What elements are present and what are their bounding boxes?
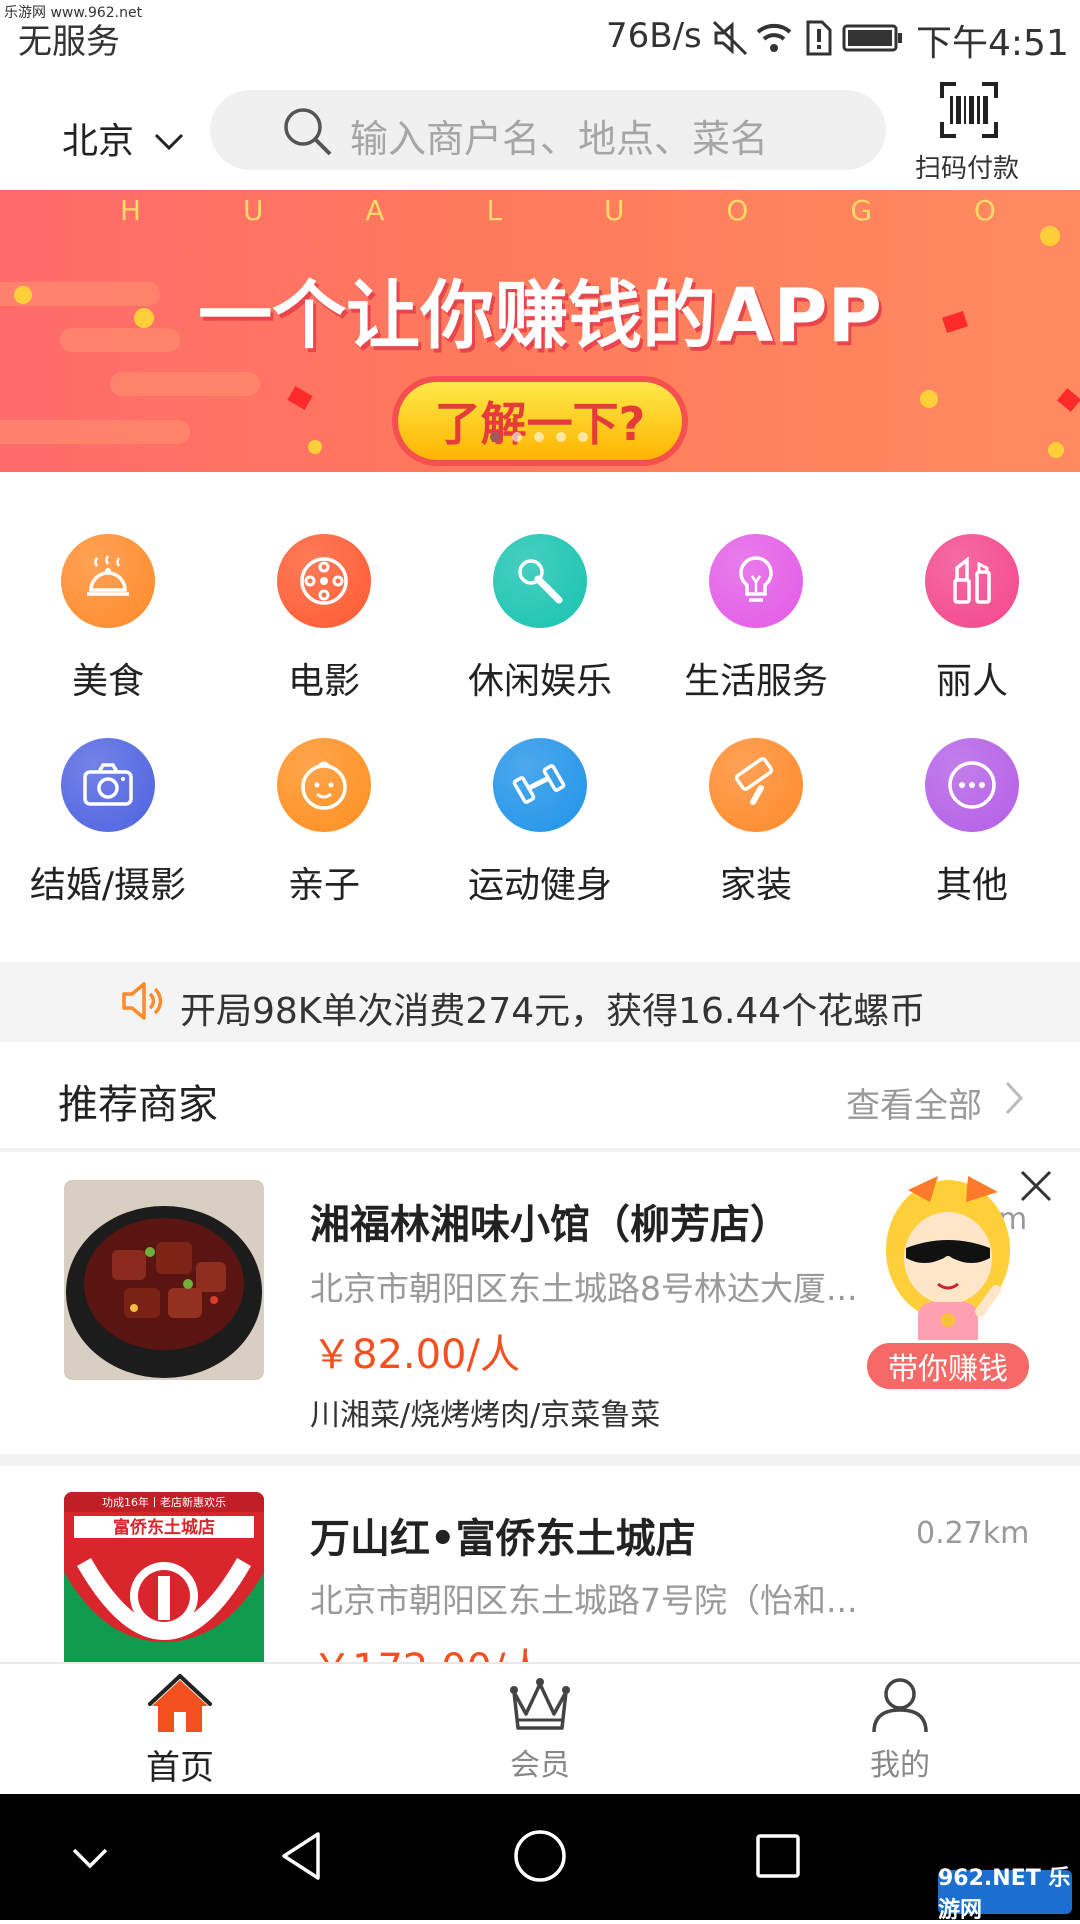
category-label: 亲子	[287, 865, 360, 906]
category-8[interactable]: 运动健身	[432, 738, 648, 908]
food-cloche-icon	[61, 534, 155, 628]
dumbbell-icon	[493, 738, 587, 832]
home-circle-icon[interactable]	[510, 1826, 570, 1886]
search-input[interactable]: 输入商户名、地点、菜名	[350, 108, 768, 163]
paint-roller-icon	[709, 738, 803, 832]
chevron-right-icon[interactable]	[1004, 1080, 1024, 1116]
site-watermark: 962.NET 乐游网	[938, 1866, 1072, 1923]
home-icon	[148, 1674, 212, 1732]
barcode-scan-icon[interactable]	[940, 82, 998, 138]
category-10[interactable]: 其他	[864, 738, 1080, 908]
merchant-name[interactable]: 湘福林湘味小馆（柳芳店）	[310, 1192, 790, 1250]
search-icon	[284, 108, 332, 156]
category-label: 电影	[287, 661, 360, 702]
film-reel-icon	[277, 534, 371, 628]
merchant-address: 北京市朝阳区东土城路8号林达大厦...	[310, 1269, 858, 1308]
pagination-dot	[556, 432, 566, 442]
nav-member[interactable]: 会员	[440, 1674, 640, 1784]
notice-text: 开局98K单次消费274元，获得16.44个花螺币	[180, 991, 926, 1032]
sim-alert-icon	[806, 20, 832, 56]
merchant-address: 北京市朝阳区东土城路7号院（怡和...	[310, 1581, 858, 1620]
chevron-down-icon	[155, 133, 184, 151]
category-4[interactable]: 生活服务	[648, 534, 864, 704]
user-icon	[872, 1678, 928, 1733]
nav-member-label: 会员	[510, 1748, 570, 1783]
microphone-icon	[493, 534, 587, 628]
category-2[interactable]: 电影	[216, 534, 432, 704]
nav-mine[interactable]: 我的	[800, 1674, 1000, 1784]
category-1[interactable]: 美食	[0, 534, 216, 704]
merchant-thumbnail: 功成16年丨老店新惠欢乐 富侨东土城店	[64, 1492, 264, 1662]
merchant-price: ￥172.00/人	[312, 1646, 545, 1662]
nav-mine-label: 我的	[870, 1748, 930, 1783]
clock: 下午4:51	[916, 23, 1069, 64]
merchant-name[interactable]: 万山红•富侨东土城店	[310, 1506, 696, 1564]
battery-icon	[842, 24, 902, 52]
banner-pagination	[490, 432, 588, 442]
category-label: 休闲娱乐	[467, 661, 612, 702]
city-selector[interactable]: 北京	[62, 112, 185, 164]
back-icon[interactable]	[272, 1826, 332, 1886]
nav-home-label: 首页	[146, 1748, 214, 1788]
recents-icon[interactable]	[748, 1826, 808, 1886]
view-all-link[interactable]: 查看全部	[846, 1078, 982, 1127]
category-label: 美食	[71, 661, 144, 702]
carrier-text: 无服务	[18, 22, 120, 62]
category-label: 运动健身	[467, 865, 612, 906]
speaker-icon	[122, 982, 163, 1020]
wifi-icon	[756, 23, 792, 52]
section-title: 推荐商家	[58, 1082, 218, 1128]
category-label: 家装	[719, 865, 792, 906]
category-label: 生活服务	[683, 661, 828, 702]
net-speed: 76B/s	[606, 16, 702, 56]
crown-icon	[510, 1678, 570, 1730]
nav-home[interactable]: 首页	[80, 1674, 280, 1789]
mascot-girl-icon[interactable]	[868, 1162, 1028, 1362]
merchant-price: ￥82.00/人	[312, 1332, 520, 1378]
thumb-top-text: 功成16年丨老店新惠欢乐	[102, 1495, 226, 1509]
category-6[interactable]: 结婚/摄影	[0, 738, 216, 908]
system-nav-bar	[0, 1794, 1080, 1920]
thumb-sign-text: 富侨东土城店	[113, 1517, 215, 1538]
banner-letters: HU AL UO GO	[120, 194, 1000, 227]
scan-pay-label[interactable]: 扫码付款	[915, 148, 1019, 185]
mute-icon	[712, 20, 748, 56]
divider	[0, 1454, 1080, 1466]
bottom-nav: 首页 会员 我的	[0, 1662, 1080, 1796]
status-bar: 乐游网 www.962.net 无服务 76B/s 下午4:51	[0, 0, 1080, 76]
pagination-dot	[578, 432, 588, 442]
city-label: 北京	[62, 121, 135, 162]
lightbulb-icon	[709, 534, 803, 628]
baby-face-icon	[277, 738, 371, 832]
merchant-tags: 川湘菜/烧烤烤肉/京菜鲁菜	[310, 1398, 661, 1433]
merchant-price-clip: ￥172.00/人	[312, 1636, 545, 1662]
category-label: 结婚/摄影	[29, 865, 187, 906]
pagination-dot	[512, 432, 522, 442]
earn-money-button[interactable]: 带你赚钱	[864, 1340, 1032, 1392]
category-7[interactable]: 亲子	[216, 738, 432, 908]
category-label: 丽人	[935, 661, 1008, 702]
banner-title: 一个让你赚钱的APP	[198, 273, 882, 359]
category-5[interactable]: 丽人	[864, 534, 1080, 704]
category-label: 其他	[935, 865, 1008, 906]
merchant-thumbnail	[64, 1180, 264, 1380]
pagination-dot	[490, 432, 500, 442]
category-3[interactable]: 休闲娱乐	[432, 534, 648, 704]
category-9[interactable]: 家装	[648, 738, 864, 908]
lipstick-icon	[925, 534, 1019, 628]
hide-keyboard-icon[interactable]	[66, 1834, 114, 1882]
merchant-distance: 0.27km	[916, 1516, 1030, 1551]
pagination-dot	[534, 432, 544, 442]
banner-learn-more-button[interactable]: 了解一下?	[392, 376, 688, 466]
close-icon[interactable]	[1016, 1166, 1056, 1206]
camera-icon	[61, 738, 155, 832]
more-dots-icon	[925, 738, 1019, 832]
